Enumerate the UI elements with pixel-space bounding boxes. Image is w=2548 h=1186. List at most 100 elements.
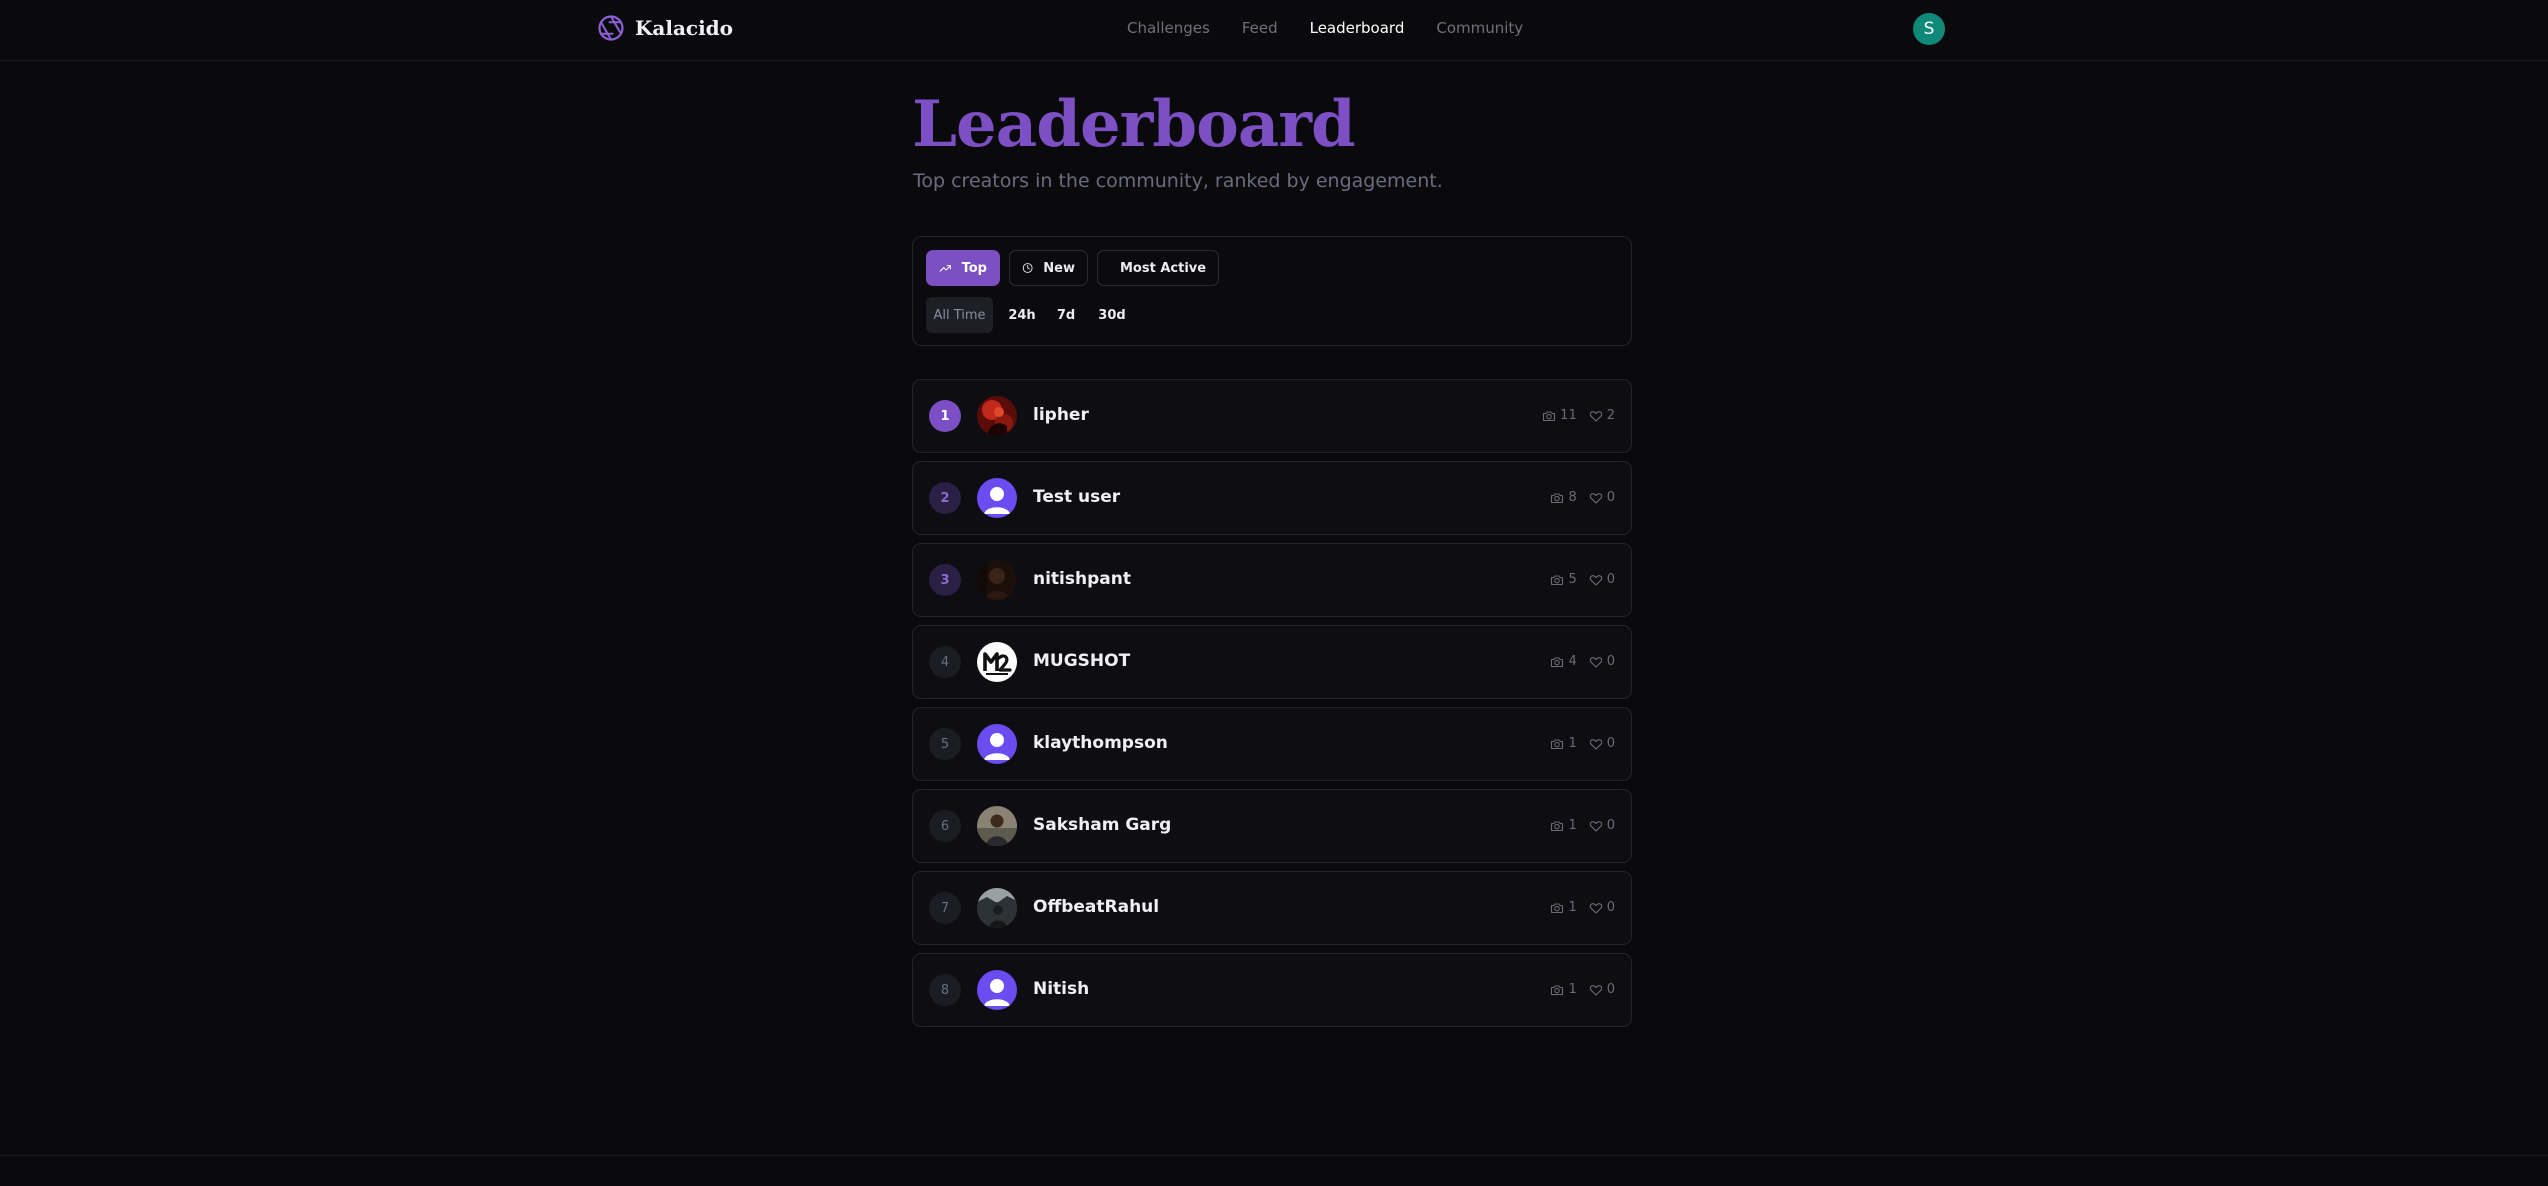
page-subtitle: Top creators in the community, ranked by… bbox=[913, 170, 1443, 192]
photo-count: 1 bbox=[1550, 982, 1577, 997]
nav-link-feed[interactable]: Feed bbox=[1242, 19, 1278, 37]
sort-tab-top[interactable]: Top bbox=[926, 250, 1000, 286]
time-range-7d[interactable]: 7d bbox=[1050, 297, 1082, 333]
leaderboard-row[interactable]: 6 Saksham Garg 1 0 bbox=[912, 789, 1632, 863]
leaderboard-row[interactable]: 2 Test user 8 0 bbox=[912, 461, 1632, 535]
time-range-24h[interactable]: 24h bbox=[1002, 297, 1042, 333]
photo-count-value: 4 bbox=[1568, 654, 1577, 669]
row-stats: 1 0 bbox=[1550, 736, 1615, 751]
photo-count-value: 11 bbox=[1560, 408, 1577, 423]
like-count: 0 bbox=[1589, 490, 1615, 505]
like-count: 0 bbox=[1589, 572, 1615, 587]
camera-icon bbox=[1551, 492, 1564, 503]
heart-icon bbox=[1589, 820, 1602, 832]
avatar bbox=[977, 642, 1017, 682]
row-stats: 1 0 bbox=[1550, 900, 1615, 915]
page-title: Leaderboard bbox=[912, 87, 1356, 162]
photo-count-value: 1 bbox=[1568, 818, 1577, 833]
username: klaythompson bbox=[1033, 733, 1168, 753]
like-count-value: 0 bbox=[1606, 572, 1615, 587]
camera-icon bbox=[1551, 574, 1564, 585]
username: lipher bbox=[1033, 405, 1089, 425]
username: OffbeatRahul bbox=[1033, 897, 1160, 917]
avatar bbox=[977, 560, 1017, 600]
rank-badge: 7 bbox=[929, 892, 961, 924]
row-stats: 1 0 bbox=[1550, 982, 1615, 997]
like-count: 0 bbox=[1589, 818, 1615, 833]
avatar bbox=[977, 724, 1017, 764]
heart-icon bbox=[1589, 410, 1602, 422]
rank-badge: 3 bbox=[929, 564, 961, 596]
photo-count-value: 1 bbox=[1568, 736, 1577, 751]
user-avatar-button[interactable]: S bbox=[1913, 13, 1945, 45]
nav-link-challenges[interactable]: Challenges bbox=[1127, 19, 1210, 37]
camera-icon bbox=[1551, 984, 1564, 995]
row-stats: 1 0 bbox=[1550, 818, 1615, 833]
sort-tab-label: Top bbox=[961, 260, 987, 276]
row-stats: 8 0 bbox=[1550, 490, 1615, 505]
heart-icon bbox=[1589, 574, 1602, 586]
sort-tab-label: Most Active bbox=[1120, 260, 1207, 276]
heart-icon bbox=[1589, 656, 1602, 668]
default-user-icon bbox=[977, 724, 1017, 764]
default-user-icon bbox=[977, 970, 1017, 1010]
photo-count: 1 bbox=[1550, 736, 1577, 751]
leaderboard-row[interactable]: 4 MUGSHOT 4 0 bbox=[912, 625, 1632, 699]
heart-icon bbox=[1589, 738, 1602, 750]
photo-count-value: 8 bbox=[1568, 490, 1577, 505]
avatar bbox=[977, 478, 1017, 518]
default-user-icon bbox=[977, 478, 1017, 518]
username: Nitish bbox=[1033, 979, 1090, 999]
like-count: 0 bbox=[1589, 736, 1615, 751]
sort-tab-most-active[interactable]: Most Active bbox=[1097, 250, 1219, 286]
photo-count: 1 bbox=[1550, 900, 1577, 915]
like-count: 0 bbox=[1589, 900, 1615, 915]
sort-tab-new[interactable]: New bbox=[1009, 250, 1088, 286]
mugshot-logo bbox=[977, 642, 1017, 682]
leaderboard-row[interactable]: 7 OffbeatRahul 1 0 bbox=[912, 871, 1632, 945]
photo-count: 5 bbox=[1550, 572, 1577, 587]
leaderboard-row[interactable]: 1 lipher 11 2 bbox=[912, 379, 1632, 453]
brand-logo-link[interactable]: Kalacido bbox=[597, 14, 733, 42]
nav-link-leaderboard[interactable]: Leaderboard bbox=[1310, 19, 1405, 37]
heart-icon bbox=[1589, 492, 1602, 504]
footer-divider bbox=[0, 1155, 2548, 1156]
heart-icon bbox=[1589, 902, 1602, 914]
rank-badge: 2 bbox=[929, 482, 961, 514]
aperture-logo-icon bbox=[598, 15, 624, 41]
heart-icon bbox=[1589, 984, 1602, 996]
camera-icon bbox=[1551, 820, 1564, 831]
row-stats: 5 0 bbox=[1550, 572, 1615, 587]
rank-badge: 8 bbox=[929, 974, 961, 1006]
filter-panel: Top New Most Active All Time 24h 7d 30d bbox=[912, 236, 1632, 346]
like-count: 0 bbox=[1589, 982, 1615, 997]
leaderboard-row[interactable]: 8 Nitish 1 0 bbox=[912, 953, 1632, 1027]
rank-badge: 1 bbox=[929, 400, 961, 432]
rank-badge: 6 bbox=[929, 810, 961, 842]
time-range-30d[interactable]: 30d bbox=[1090, 297, 1134, 333]
trending-up-icon bbox=[939, 265, 951, 272]
time-range-all-time[interactable]: All Time bbox=[926, 297, 993, 333]
top-navigation-bar: Kalacido Challenges Feed Leaderboard Com… bbox=[0, 0, 2548, 61]
nav-link-community[interactable]: Community bbox=[1436, 19, 1523, 37]
username: Saksham Garg bbox=[1033, 815, 1172, 835]
username: Test user bbox=[1033, 487, 1121, 507]
leaderboard-row[interactable]: 3 nitishpant 5 0 bbox=[912, 543, 1632, 617]
avatar bbox=[977, 806, 1017, 846]
like-count-value: 0 bbox=[1606, 900, 1615, 915]
sort-tab-label: New bbox=[1043, 260, 1075, 276]
leaderboard-row[interactable]: 5 klaythompson 1 0 bbox=[912, 707, 1632, 781]
like-count: 2 bbox=[1589, 408, 1615, 423]
photo-count-value: 1 bbox=[1568, 982, 1577, 997]
clock-icon bbox=[1022, 263, 1033, 273]
like-count-value: 0 bbox=[1606, 736, 1615, 751]
username: MUGSHOT bbox=[1033, 651, 1131, 671]
camera-icon bbox=[1551, 902, 1564, 913]
avatar bbox=[977, 396, 1017, 436]
camera-icon bbox=[1543, 410, 1556, 421]
photo-count: 1 bbox=[1550, 818, 1577, 833]
photo-count-value: 1 bbox=[1568, 900, 1577, 915]
photo-count: 11 bbox=[1542, 408, 1577, 423]
camera-icon bbox=[1551, 656, 1564, 667]
row-stats: 11 2 bbox=[1542, 408, 1615, 423]
